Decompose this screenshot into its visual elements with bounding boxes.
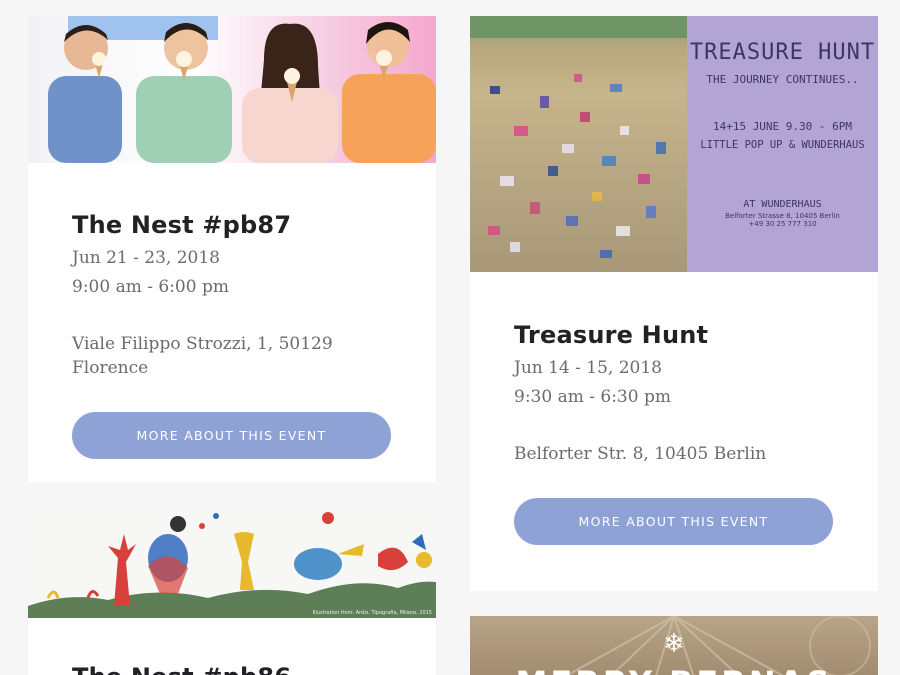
- poster-heading: TREASURE HUNT: [689, 40, 876, 65]
- event-card-nest-pb87: The Nest #pb87 Jun 21 - 23, 2018 9:00 am…: [28, 16, 436, 482]
- event-title[interactable]: Treasure Hunt: [514, 320, 834, 350]
- event-dates: Jun 14 - 15, 2018: [514, 358, 663, 378]
- kids-ice-cream-illustration: [48, 16, 436, 163]
- image-credit: Illustration from: Ardis, Tipografia, Mi…: [312, 610, 432, 616]
- event-image-winter-banner[interactable]: ❄ MERRY BERNAS: [470, 616, 878, 675]
- event-card-merry-bernas: ❄ MERRY BERNAS: [470, 616, 878, 675]
- poster-text: TREASURE HUNT THE JOURNEY CONTINUES.. 14…: [687, 16, 878, 272]
- event-time: 9:00 am - 6:00 pm: [72, 277, 229, 297]
- banner-text: MERRY BERNAS: [470, 664, 878, 675]
- event-image-kids-ice-cream[interactable]: [28, 16, 436, 163]
- event-details: Treasure Hunt Jun 14 - 15, 2018 9:30 am …: [470, 272, 878, 545]
- event-dates: Jun 21 - 23, 2018: [72, 248, 221, 268]
- poster-venue-address: Belforter Strasse 8, 10405 Berlin: [725, 212, 840, 220]
- event-time: 9:30 am - 6:30 pm: [514, 387, 671, 407]
- more-about-event-button[interactable]: MORE ABOUT THIS EVENT: [514, 498, 833, 545]
- event-title[interactable]: The Nest #pb87: [72, 210, 392, 240]
- poster-venue: AT WUNDERHAUS: [743, 199, 822, 210]
- snowflake-icon: ❄: [663, 629, 685, 659]
- event-address: Viale Filippo Strozzi, 1, 50129 Florence: [72, 334, 333, 378]
- more-about-event-button[interactable]: MORE ABOUT THIS EVENT: [72, 412, 391, 459]
- playful-figures-illustration: [28, 512, 436, 618]
- poster-venue-phone: +49 30 25 777 310: [748, 220, 817, 228]
- event-address: Belforter Str. 8, 10405 Berlin: [514, 444, 767, 464]
- event-details: The Nest #pb86: [28, 618, 436, 675]
- poster-dates: 14+15 JUNE 9.30 - 6PM: [712, 120, 853, 133]
- event-card-treasure-hunt: TREASURE HUNT THE JOURNEY CONTINUES.. 14…: [470, 16, 878, 591]
- event-image-illustration[interactable]: Illustration from: Ardis, Tipografia, Mi…: [28, 506, 436, 618]
- event-card-nest-pb86: Illustration from: Ardis, Tipografia, Mi…: [28, 506, 436, 675]
- event-title[interactable]: The Nest #pb86: [72, 662, 392, 675]
- event-details: The Nest #pb87 Jun 21 - 23, 2018 9:00 am…: [28, 163, 436, 459]
- event-image-treasure-hunt-poster[interactable]: TREASURE HUNT THE JOURNEY CONTINUES.. 14…: [470, 16, 878, 272]
- poster-subheading: THE JOURNEY CONTINUES..: [706, 73, 859, 86]
- poster-location: LITTLE POP UP & WUNDERHAUS: [700, 139, 865, 151]
